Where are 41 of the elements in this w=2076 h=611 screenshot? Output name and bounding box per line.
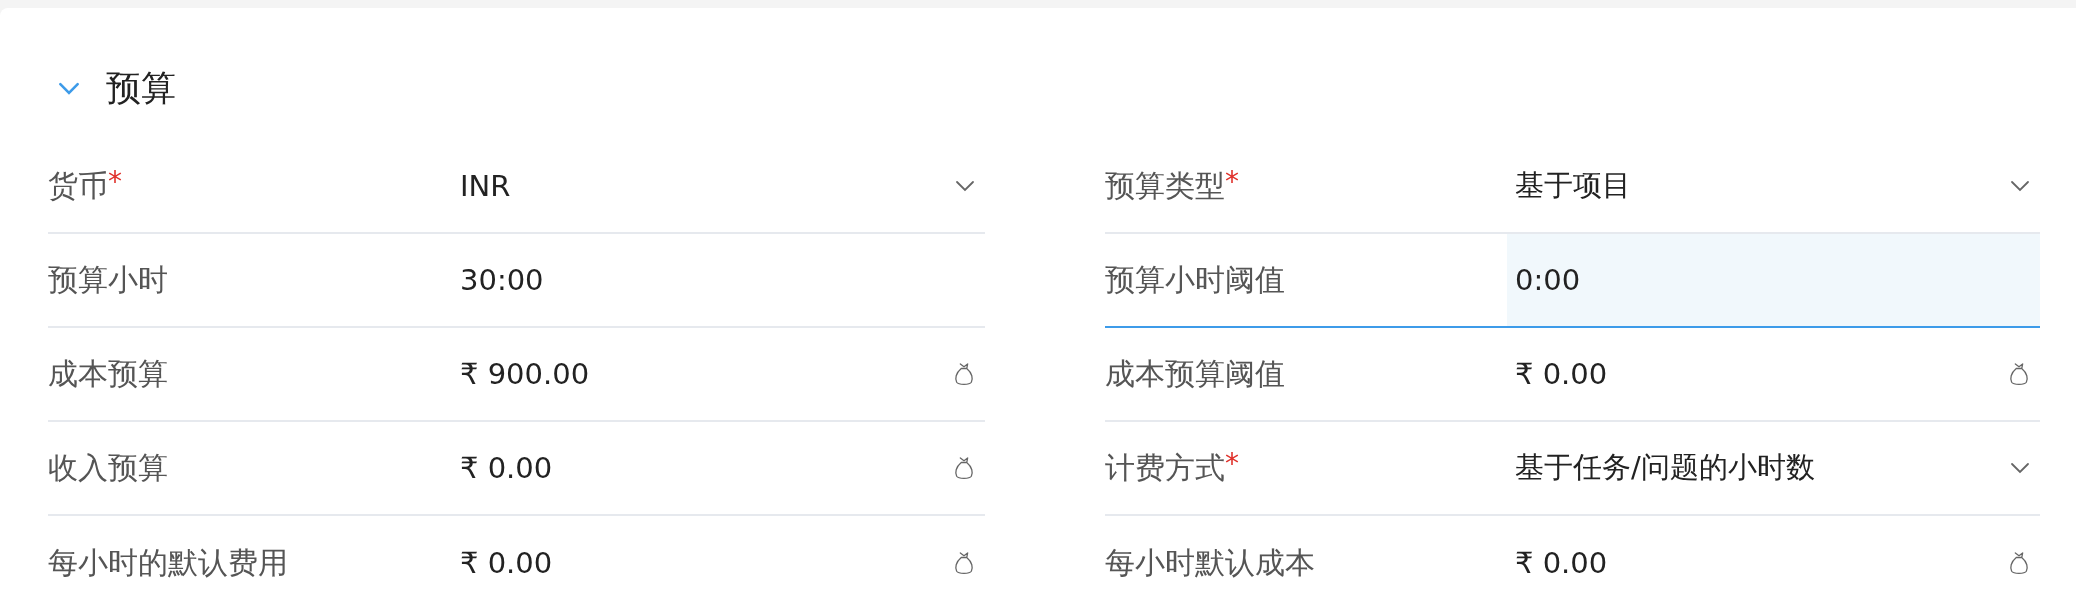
field-value: 基于任务/问题的小时数 — [1515, 449, 1815, 486]
required-mark: * — [1225, 164, 1239, 198]
field-value: ₹ 0.00 — [1515, 546, 1608, 580]
form-field[interactable]: 每小时默认成本 ₹ 0.00 — [1105, 516, 2040, 610]
required-mark: * — [1225, 446, 1239, 480]
form-field[interactable]: 计费方式* 基于任务/问题的小时数 — [1105, 422, 2040, 516]
field-label: 预算小时 — [48, 260, 168, 299]
field-label: 预算小时阈值 — [1105, 260, 1285, 299]
field-label: 收入预算 — [48, 448, 168, 487]
form-field[interactable]: 每小时的默认费用 ₹ 0.00 — [48, 516, 985, 610]
money-bag-icon — [953, 550, 975, 576]
section-title: 预算 — [106, 66, 176, 110]
field-value: ₹ 0.00 — [1515, 357, 1608, 391]
field-value: ₹ 0.00 — [460, 546, 553, 580]
field-value: 基于项目 — [1515, 167, 1631, 204]
field-value: INR — [460, 169, 511, 203]
form-field[interactable]: 收入预算 ₹ 0.00 — [48, 422, 985, 516]
money-bag-icon — [953, 361, 975, 387]
form-field[interactable]: 成本预算阈值 ₹ 0.00 — [1105, 328, 2040, 422]
field-label: 货币 — [48, 166, 108, 205]
money-bag-icon — [953, 455, 975, 481]
required-mark: * — [108, 164, 122, 198]
field-value: ₹ 0.00 — [460, 451, 553, 485]
field-label: 计费方式 — [1105, 448, 1225, 487]
form-field[interactable]: 成本预算 ₹ 900.00 — [48, 328, 985, 422]
field-label: 成本预算阈值 — [1105, 354, 1285, 393]
dropdown-caret-icon — [2010, 462, 2030, 474]
field-value: 0:00 — [1515, 263, 1581, 297]
field-label: 预算类型 — [1105, 166, 1225, 205]
field-label: 成本预算 — [48, 354, 168, 393]
field-label: 每小时的默认费用 — [48, 543, 288, 582]
money-bag-icon — [2008, 550, 2030, 576]
chevron-icon — [58, 81, 80, 95]
field-label: 每小时默认成本 — [1105, 543, 1315, 582]
money-bag-icon — [2008, 361, 2030, 387]
form-field[interactable]: 货币* INR — [48, 140, 985, 234]
field-value: ₹ 900.00 — [460, 357, 590, 391]
field-value: 30:00 — [460, 263, 544, 297]
dropdown-caret-icon — [955, 180, 975, 192]
dropdown-caret-icon — [2010, 180, 2030, 192]
form-field[interactable]: 预算小时 30:00 — [48, 234, 985, 328]
